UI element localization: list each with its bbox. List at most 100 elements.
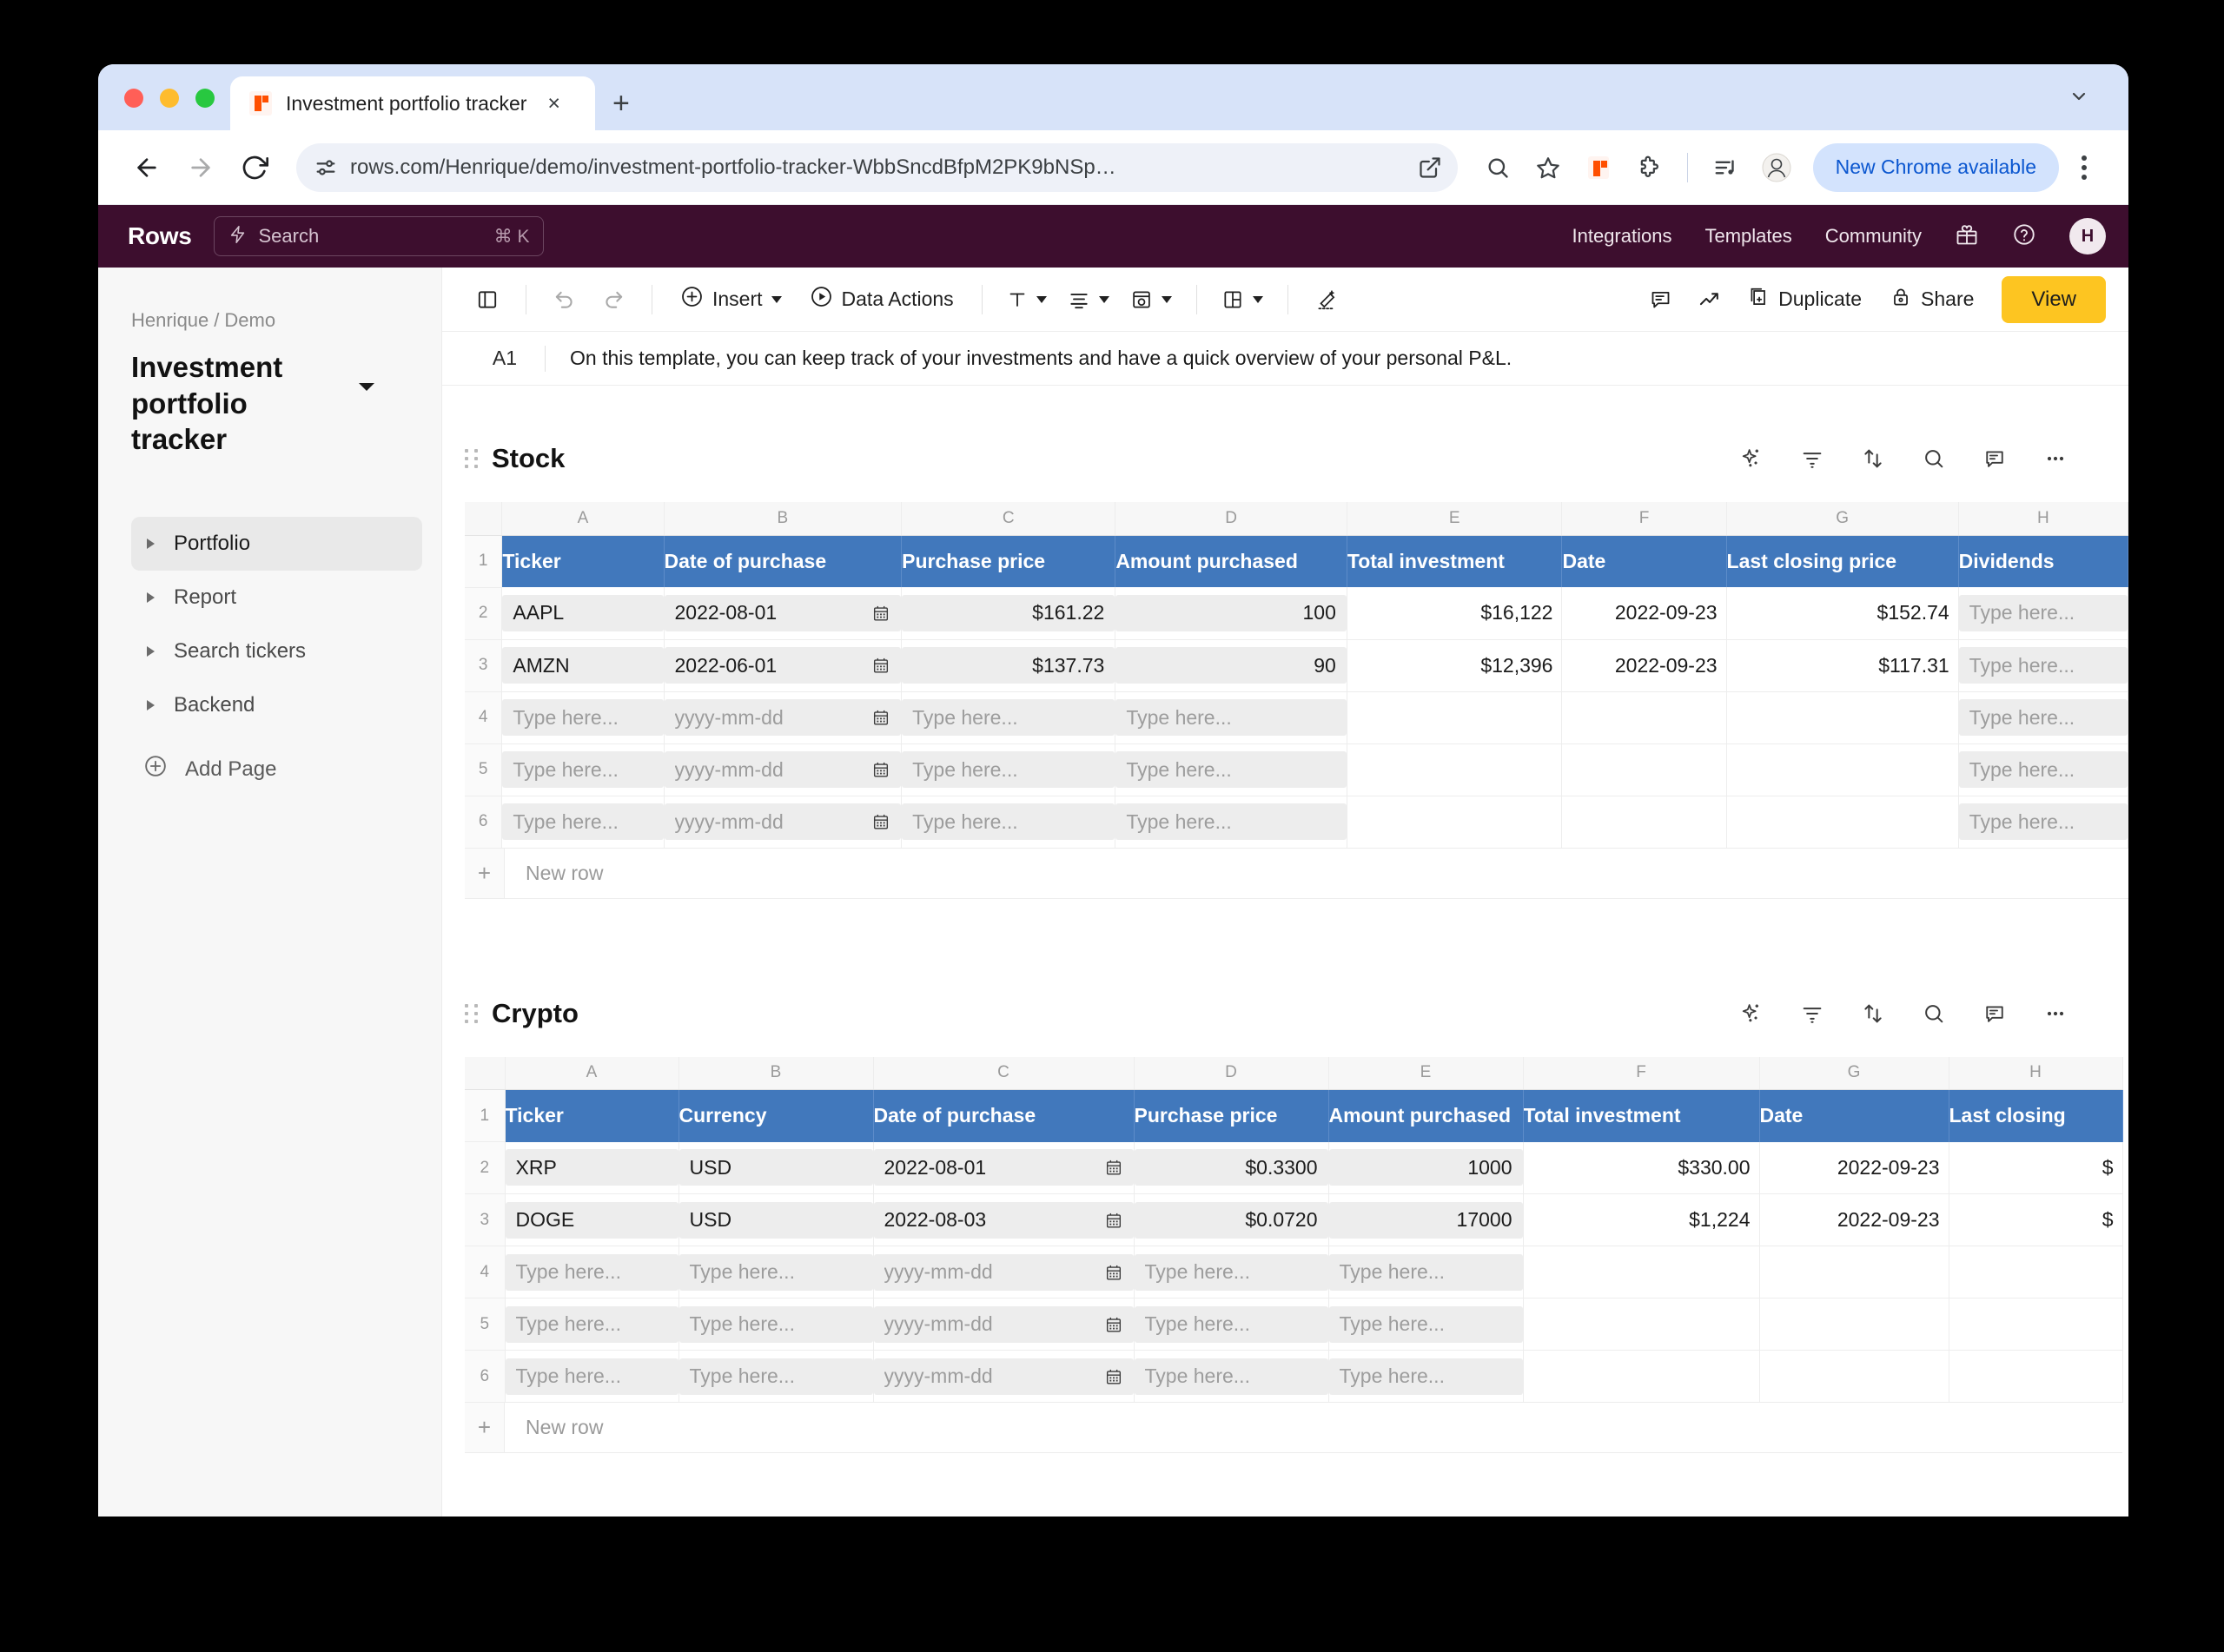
header-cell[interactable]: Dividends xyxy=(1958,535,2128,587)
duplicate-button[interactable]: Duplicate xyxy=(1735,277,1874,322)
toggle-sidebar-button[interactable] xyxy=(465,277,510,322)
column-header-e[interactable]: E xyxy=(1328,1056,1524,1090)
table-cell[interactable]: Type here... xyxy=(901,796,1116,849)
text-format-button[interactable] xyxy=(998,277,1056,322)
more-options-icon[interactable] xyxy=(2036,995,2075,1033)
calendar-icon[interactable] xyxy=(1104,1367,1123,1386)
row-number[interactable]: 4 xyxy=(465,691,503,744)
header-cell[interactable]: Ticker xyxy=(505,1089,679,1142)
table-cell[interactable]: Type here... xyxy=(501,691,665,744)
table-cell[interactable] xyxy=(1561,743,1727,796)
gift-icon[interactable] xyxy=(1955,222,1979,251)
forward-button[interactable] xyxy=(176,143,225,192)
view-button[interactable]: View xyxy=(2002,275,2106,323)
table-cell[interactable]: $117.31 xyxy=(1726,639,1959,692)
table-cell[interactable]: Type here... xyxy=(678,1246,874,1298)
comment-icon[interactable] xyxy=(1976,995,2014,1033)
clear-formatting-button[interactable] xyxy=(1304,277,1349,322)
bookmark-star-icon[interactable] xyxy=(1526,145,1571,190)
chevron-down-icon[interactable] xyxy=(357,380,376,397)
column-header-f[interactable]: F xyxy=(1561,502,1727,536)
table-cell[interactable] xyxy=(1726,796,1959,849)
header-cell[interactable]: Currency xyxy=(678,1089,874,1142)
ai-sparkle-icon[interactable] xyxy=(1732,439,1771,478)
table-cell[interactable]: 2022-09-23 xyxy=(1759,1141,1949,1194)
table-cell[interactable] xyxy=(1523,1246,1760,1298)
sidebar-item-backend[interactable]: Backend xyxy=(131,678,422,732)
column-header-e[interactable]: E xyxy=(1347,502,1563,536)
table-cell[interactable]: yyyy-mm-dd xyxy=(664,743,903,796)
table-cell[interactable]: USD xyxy=(678,1141,874,1194)
sidebar-item-search-tickers[interactable]: Search tickers xyxy=(131,624,422,678)
maximize-window-button[interactable] xyxy=(195,89,215,108)
header-cell[interactable]: Date of purchase xyxy=(873,1089,1135,1142)
sidebar-item-report[interactable]: Report xyxy=(131,571,422,624)
table-cell[interactable]: $152.74 xyxy=(1726,587,1959,640)
table-cell[interactable]: Type here... xyxy=(1115,796,1347,849)
row-number[interactable]: 3 xyxy=(465,639,503,692)
table-cell[interactable]: $161.22 xyxy=(901,587,1116,640)
rows-logo[interactable]: Rows xyxy=(128,222,192,250)
table-cell[interactable]: XRP xyxy=(505,1141,679,1194)
table-cell[interactable]: $12,396 xyxy=(1347,639,1563,692)
table-cell[interactable] xyxy=(1561,796,1727,849)
calendar-icon[interactable] xyxy=(871,812,890,831)
table-cell[interactable]: yyyy-mm-dd xyxy=(873,1298,1135,1351)
calendar-icon[interactable] xyxy=(1104,1158,1123,1177)
undo-button[interactable] xyxy=(542,277,587,322)
table-cell[interactable]: yyyy-mm-dd xyxy=(873,1350,1135,1403)
column-header-g[interactable]: G xyxy=(1726,502,1959,536)
select-all-corner[interactable] xyxy=(465,502,503,536)
table-cell[interactable] xyxy=(1561,691,1727,744)
calendar-icon[interactable] xyxy=(871,708,890,727)
address-input[interactable]: rows.com/Henrique/demo/investment-portfo… xyxy=(296,142,1458,192)
close-window-button[interactable] xyxy=(124,89,143,108)
table-cell[interactable]: Type here... xyxy=(505,1246,679,1298)
calendar-icon[interactable] xyxy=(871,760,890,779)
insert-button[interactable]: Insert xyxy=(668,277,794,322)
table-cell[interactable]: Type here... xyxy=(1328,1246,1524,1298)
drag-handle-icon[interactable] xyxy=(465,1003,480,1023)
search-icon[interactable] xyxy=(1915,995,1953,1033)
table-cell[interactable]: 2022-08-01 xyxy=(873,1141,1135,1194)
table-cell[interactable] xyxy=(1949,1350,2123,1403)
table-cell[interactable]: 2022-08-03 xyxy=(873,1193,1135,1246)
table-cell[interactable]: $ xyxy=(1949,1193,2123,1246)
header-cell[interactable]: Total investment xyxy=(1523,1089,1760,1142)
search-icon[interactable] xyxy=(1915,439,1953,478)
cell-format-button[interactable] xyxy=(1122,277,1181,322)
column-header-h[interactable]: H xyxy=(1949,1056,2123,1090)
header-cell[interactable]: Ticker xyxy=(501,535,665,587)
column-header-a[interactable]: A xyxy=(505,1056,679,1090)
header-cell[interactable]: Total investment xyxy=(1347,535,1563,587)
header-cell[interactable]: Date xyxy=(1561,535,1727,587)
table-cell[interactable]: Type here... xyxy=(1328,1298,1524,1351)
table-cell[interactable]: AAPL xyxy=(501,587,665,640)
column-header-c[interactable]: C xyxy=(873,1056,1135,1090)
ai-sparkle-icon[interactable] xyxy=(1732,995,1771,1033)
table-cell[interactable]: Type here... xyxy=(505,1350,679,1403)
site-settings-icon[interactable] xyxy=(314,155,338,180)
redo-button[interactable] xyxy=(591,277,636,322)
row-number[interactable]: 5 xyxy=(465,743,503,796)
table-cell[interactable] xyxy=(1726,691,1959,744)
insights-trend-button[interactable] xyxy=(1686,277,1731,322)
header-cell[interactable]: Last closing xyxy=(1949,1089,2123,1142)
table-cell[interactable]: Type here... xyxy=(901,743,1116,796)
breadcrumb-folder[interactable]: Demo xyxy=(224,309,275,331)
header-cell[interactable]: Amount purchased xyxy=(1115,535,1347,587)
new-row-button[interactable]: + New row xyxy=(465,1403,2122,1453)
table-cell[interactable]: $330.00 xyxy=(1523,1141,1760,1194)
filter-icon[interactable] xyxy=(1793,439,1831,478)
column-header-b[interactable]: B xyxy=(678,1056,874,1090)
table-cell[interactable]: Type here... xyxy=(1134,1350,1329,1403)
table-cell[interactable] xyxy=(1347,743,1563,796)
table-cell[interactable]: Type here... xyxy=(1958,691,2128,744)
table-cell[interactable] xyxy=(1726,743,1959,796)
header-cell[interactable]: Purchase price xyxy=(901,535,1116,587)
row-number[interactable]: 6 xyxy=(465,1350,506,1403)
rows-extension-icon[interactable] xyxy=(1576,145,1621,190)
column-header-g[interactable]: G xyxy=(1759,1056,1949,1090)
table-cell[interactable]: Type here... xyxy=(1134,1246,1329,1298)
table-cell[interactable]: Type here... xyxy=(1958,587,2128,640)
